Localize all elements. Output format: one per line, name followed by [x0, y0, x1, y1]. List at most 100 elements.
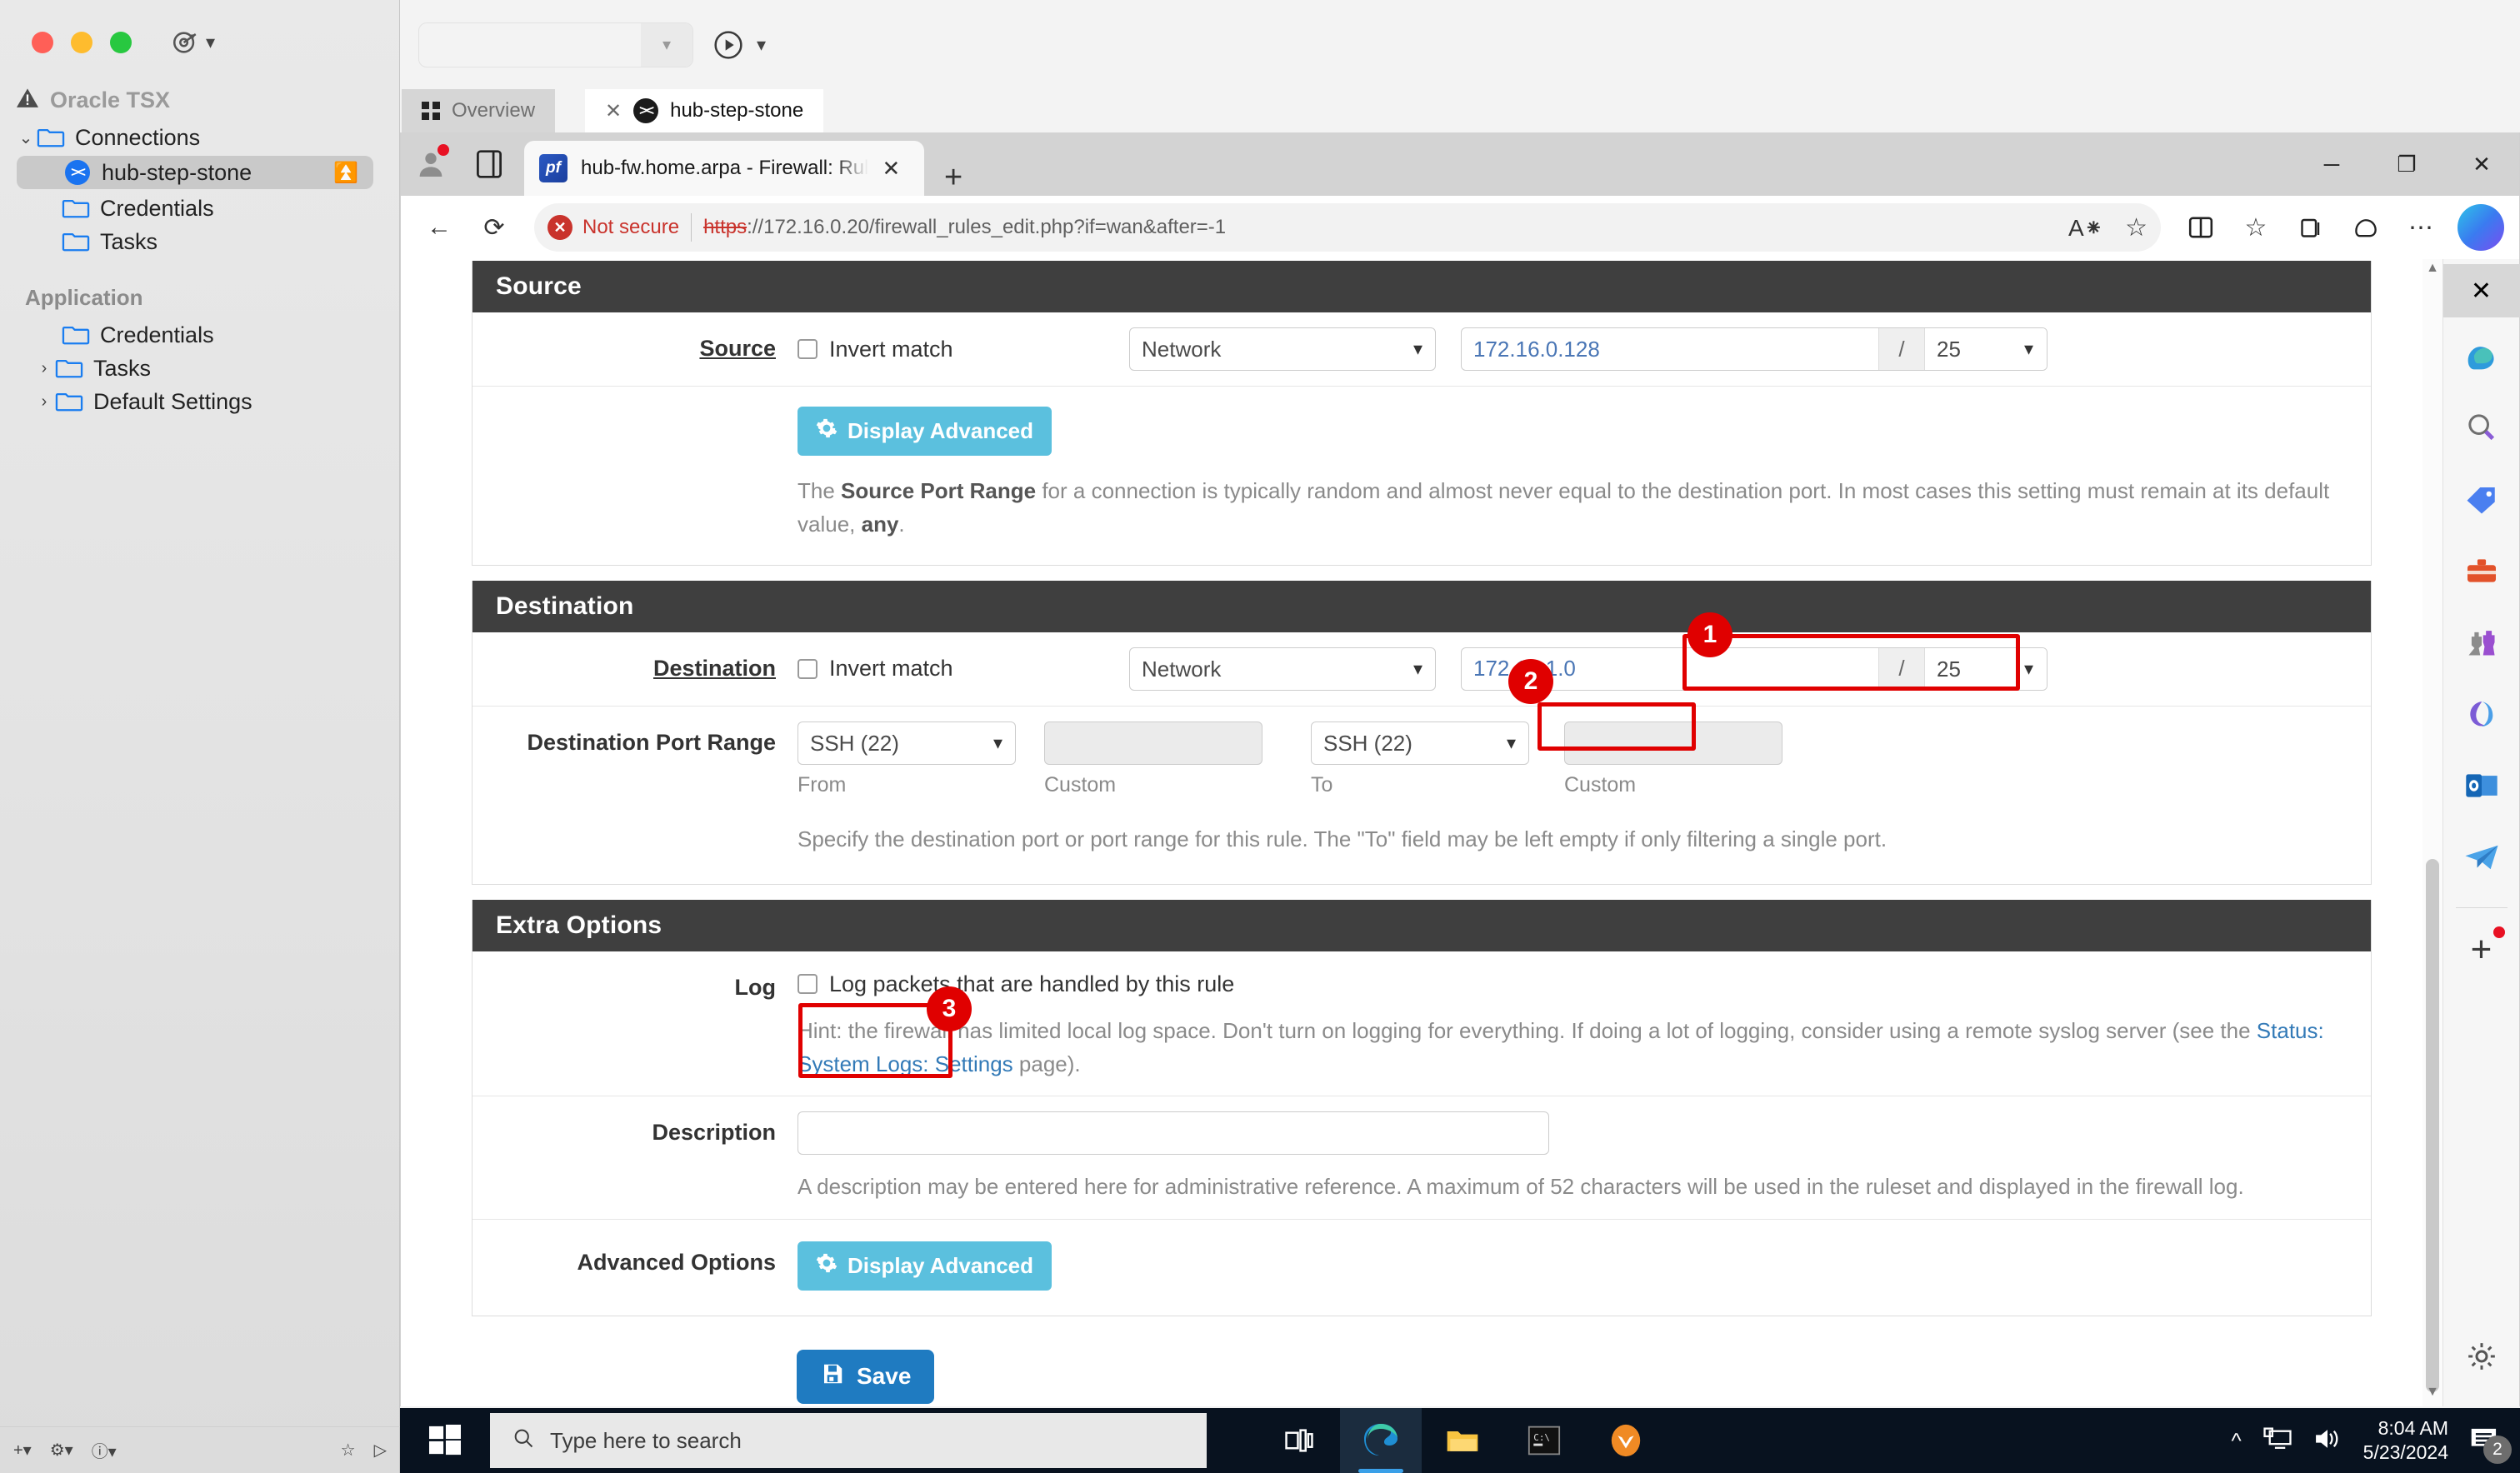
- favorites-icon[interactable]: ☆: [2232, 204, 2279, 251]
- chevron-down-icon[interactable]: ▾: [757, 34, 766, 56]
- maximize-button[interactable]: ❐: [2369, 132, 2444, 196]
- close-icon[interactable]: ✕: [882, 156, 900, 182]
- chevron-down-icon[interactable]: ⌄: [15, 127, 37, 148]
- volume-icon[interactable]: [2313, 1426, 2342, 1456]
- destination-mask-select[interactable]: 25: [1925, 648, 2047, 690]
- scroll-up-arrow[interactable]: ▲: [2422, 261, 2442, 281]
- window-traffic-lights[interactable]: [32, 32, 132, 53]
- browser-tab[interactable]: pf hub-fw.home.arpa - Firewall: Rul ✕: [524, 141, 924, 196]
- checkbox[interactable]: [798, 659, 818, 679]
- show-hidden-icons-icon[interactable]: ^: [2231, 1428, 2241, 1454]
- collections-icon[interactable]: [2288, 204, 2334, 251]
- destination-type-select[interactable]: Network: [1129, 647, 1436, 691]
- log-packets-checkbox-row[interactable]: Log packets that are handled by this rul…: [798, 966, 2338, 997]
- port-to-custom-input[interactable]: [1564, 722, 1782, 765]
- destination-mask-select-wrap[interactable]: 25: [1925, 648, 2047, 690]
- office-icon[interactable]: [2455, 687, 2508, 741]
- port-to-select[interactable]: SSH (22): [1311, 722, 1529, 765]
- star-icon[interactable]: ☆: [341, 1440, 356, 1461]
- scrollbar-thumb[interactable]: [2426, 859, 2439, 1392]
- tools-icon[interactable]: [2455, 544, 2508, 597]
- app-orange-icon[interactable]: [1585, 1408, 1667, 1473]
- browser-essentials-icon[interactable]: [461, 132, 518, 196]
- new-tab-button[interactable]: +: [944, 160, 962, 196]
- sidebar-item-credentials[interactable]: Credentials: [15, 192, 373, 225]
- settings-icon[interactable]: ⚙▾: [50, 1440, 73, 1461]
- source-address-input[interactable]: [1462, 328, 1878, 370]
- refresh-control[interactable]: ▾: [171, 28, 215, 57]
- security-status[interactable]: ✕ Not secure: [548, 215, 679, 240]
- task-view-icon[interactable]: [1258, 1408, 1340, 1473]
- taskbar-clock[interactable]: 8:04 AM 5/23/2024: [2363, 1416, 2448, 1465]
- more-options-icon[interactable]: ⋯: [2398, 204, 2444, 251]
- shopping-tag-icon[interactable]: [2455, 472, 2508, 526]
- port-from-select-wrap[interactable]: SSH (22): [798, 722, 1016, 765]
- taskbar-search-box[interactable]: Type here to search: [490, 1413, 1207, 1468]
- description-input[interactable]: [798, 1111, 1549, 1155]
- source-mask-select[interactable]: 25: [1925, 328, 2047, 370]
- minimize-window-button[interactable]: [71, 32, 92, 53]
- read-aloud-icon[interactable]: A⁕: [2068, 214, 2103, 242]
- sidebar-item-app-tasks[interactable]: › Tasks: [15, 352, 373, 385]
- sidebar-item-default-settings[interactable]: › Default Settings: [15, 385, 373, 418]
- profile-avatar-icon[interactable]: [401, 132, 461, 196]
- copilot-icon[interactable]: [2458, 204, 2504, 251]
- close-button[interactable]: ✕: [2444, 132, 2519, 196]
- sidebar-root-oracle-tsx[interactable]: Oracle TSX: [15, 83, 373, 117]
- page-scrollbar[interactable]: ▲ ▼: [2422, 259, 2442, 1406]
- telegram-icon[interactable]: [2455, 831, 2508, 884]
- minimize-button[interactable]: ─: [2294, 132, 2369, 196]
- run-control[interactable]: ▾: [712, 28, 766, 62]
- source-invert-match[interactable]: Invert match: [798, 337, 1048, 362]
- split-screen-icon[interactable]: [2178, 204, 2224, 251]
- eject-icon[interactable]: ⏫: [333, 161, 358, 185]
- source-type-select-wrap[interactable]: Network: [1129, 327, 1436, 371]
- sidebar-item-connections[interactable]: ⌄ Connections: [15, 121, 373, 154]
- games-icon[interactable]: [2455, 616, 2508, 669]
- reload-icon[interactable]: ⟳: [471, 204, 518, 251]
- chevron-down-icon[interactable]: ▾: [641, 23, 692, 67]
- back-arrow-icon[interactable]: ←: [416, 204, 462, 251]
- close-icon[interactable]: ✕: [605, 99, 622, 123]
- play-icon[interactable]: ▷: [374, 1440, 387, 1461]
- notifications-icon[interactable]: 2: [2470, 1425, 2502, 1457]
- rail-close-icon[interactable]: ✕: [2443, 264, 2520, 317]
- edge-icon[interactable]: [1340, 1408, 1422, 1473]
- windows-start-icon[interactable]: [400, 1408, 490, 1473]
- save-button[interactable]: Save: [797, 1350, 934, 1404]
- tab-overview[interactable]: Overview: [402, 89, 555, 132]
- file-explorer-icon[interactable]: [1422, 1408, 1503, 1473]
- chevron-right-icon[interactable]: ›: [33, 359, 55, 378]
- copilot-icon[interactable]: [2455, 329, 2508, 382]
- port-to-select-wrap[interactable]: SSH (22): [1311, 722, 1529, 765]
- source-mask-select-wrap[interactable]: 25: [1925, 328, 2047, 370]
- chevron-down-icon[interactable]: ▾: [206, 32, 215, 53]
- checkbox[interactable]: [798, 974, 818, 994]
- add-sidebar-icon[interactable]: +: [2455, 923, 2508, 976]
- browser-essentials-icon[interactable]: [2342, 204, 2389, 251]
- destination-type-select-wrap[interactable]: Network: [1129, 647, 1436, 691]
- network-icon[interactable]: [2263, 1426, 2292, 1456]
- port-from-select[interactable]: SSH (22): [798, 722, 1016, 765]
- outlook-icon[interactable]: [2455, 759, 2508, 812]
- port-from-custom-input[interactable]: [1044, 722, 1262, 765]
- gear-icon[interactable]: [2455, 1330, 2508, 1383]
- scroll-down-arrow[interactable]: ▼: [2422, 1385, 2442, 1405]
- tab-hub-step-stone[interactable]: ✕ >< hub-step-stone: [585, 89, 823, 132]
- terminal-icon[interactable]: C:\: [1503, 1408, 1585, 1473]
- source-display-advanced-button[interactable]: Display Advanced: [798, 407, 1052, 456]
- star-icon[interactable]: ☆: [2125, 213, 2148, 242]
- play-circle-icon[interactable]: [712, 28, 745, 62]
- sidebar-item-tasks[interactable]: Tasks: [15, 225, 373, 258]
- help-icon[interactable]: ⓘ▾: [92, 1438, 117, 1462]
- address-bar[interactable]: ✕ Not secure https://172.16.0.20/firewal…: [534, 203, 2161, 252]
- add-icon[interactable]: +▾: [13, 1440, 32, 1461]
- computer-name-combo[interactable]: ▾: [418, 22, 693, 67]
- sidebar-item-hub-step-stone[interactable]: >< hub-step-stone ⏫: [17, 156, 373, 189]
- sidebar-item-app-credentials[interactable]: Credentials: [15, 318, 373, 352]
- checkbox[interactable]: [798, 339, 818, 359]
- chevron-right-icon[interactable]: ›: [33, 392, 55, 412]
- advanced-display-advanced-button[interactable]: Display Advanced: [798, 1241, 1052, 1291]
- source-type-select[interactable]: Network: [1129, 327, 1436, 371]
- search-icon[interactable]: [2455, 401, 2508, 454]
